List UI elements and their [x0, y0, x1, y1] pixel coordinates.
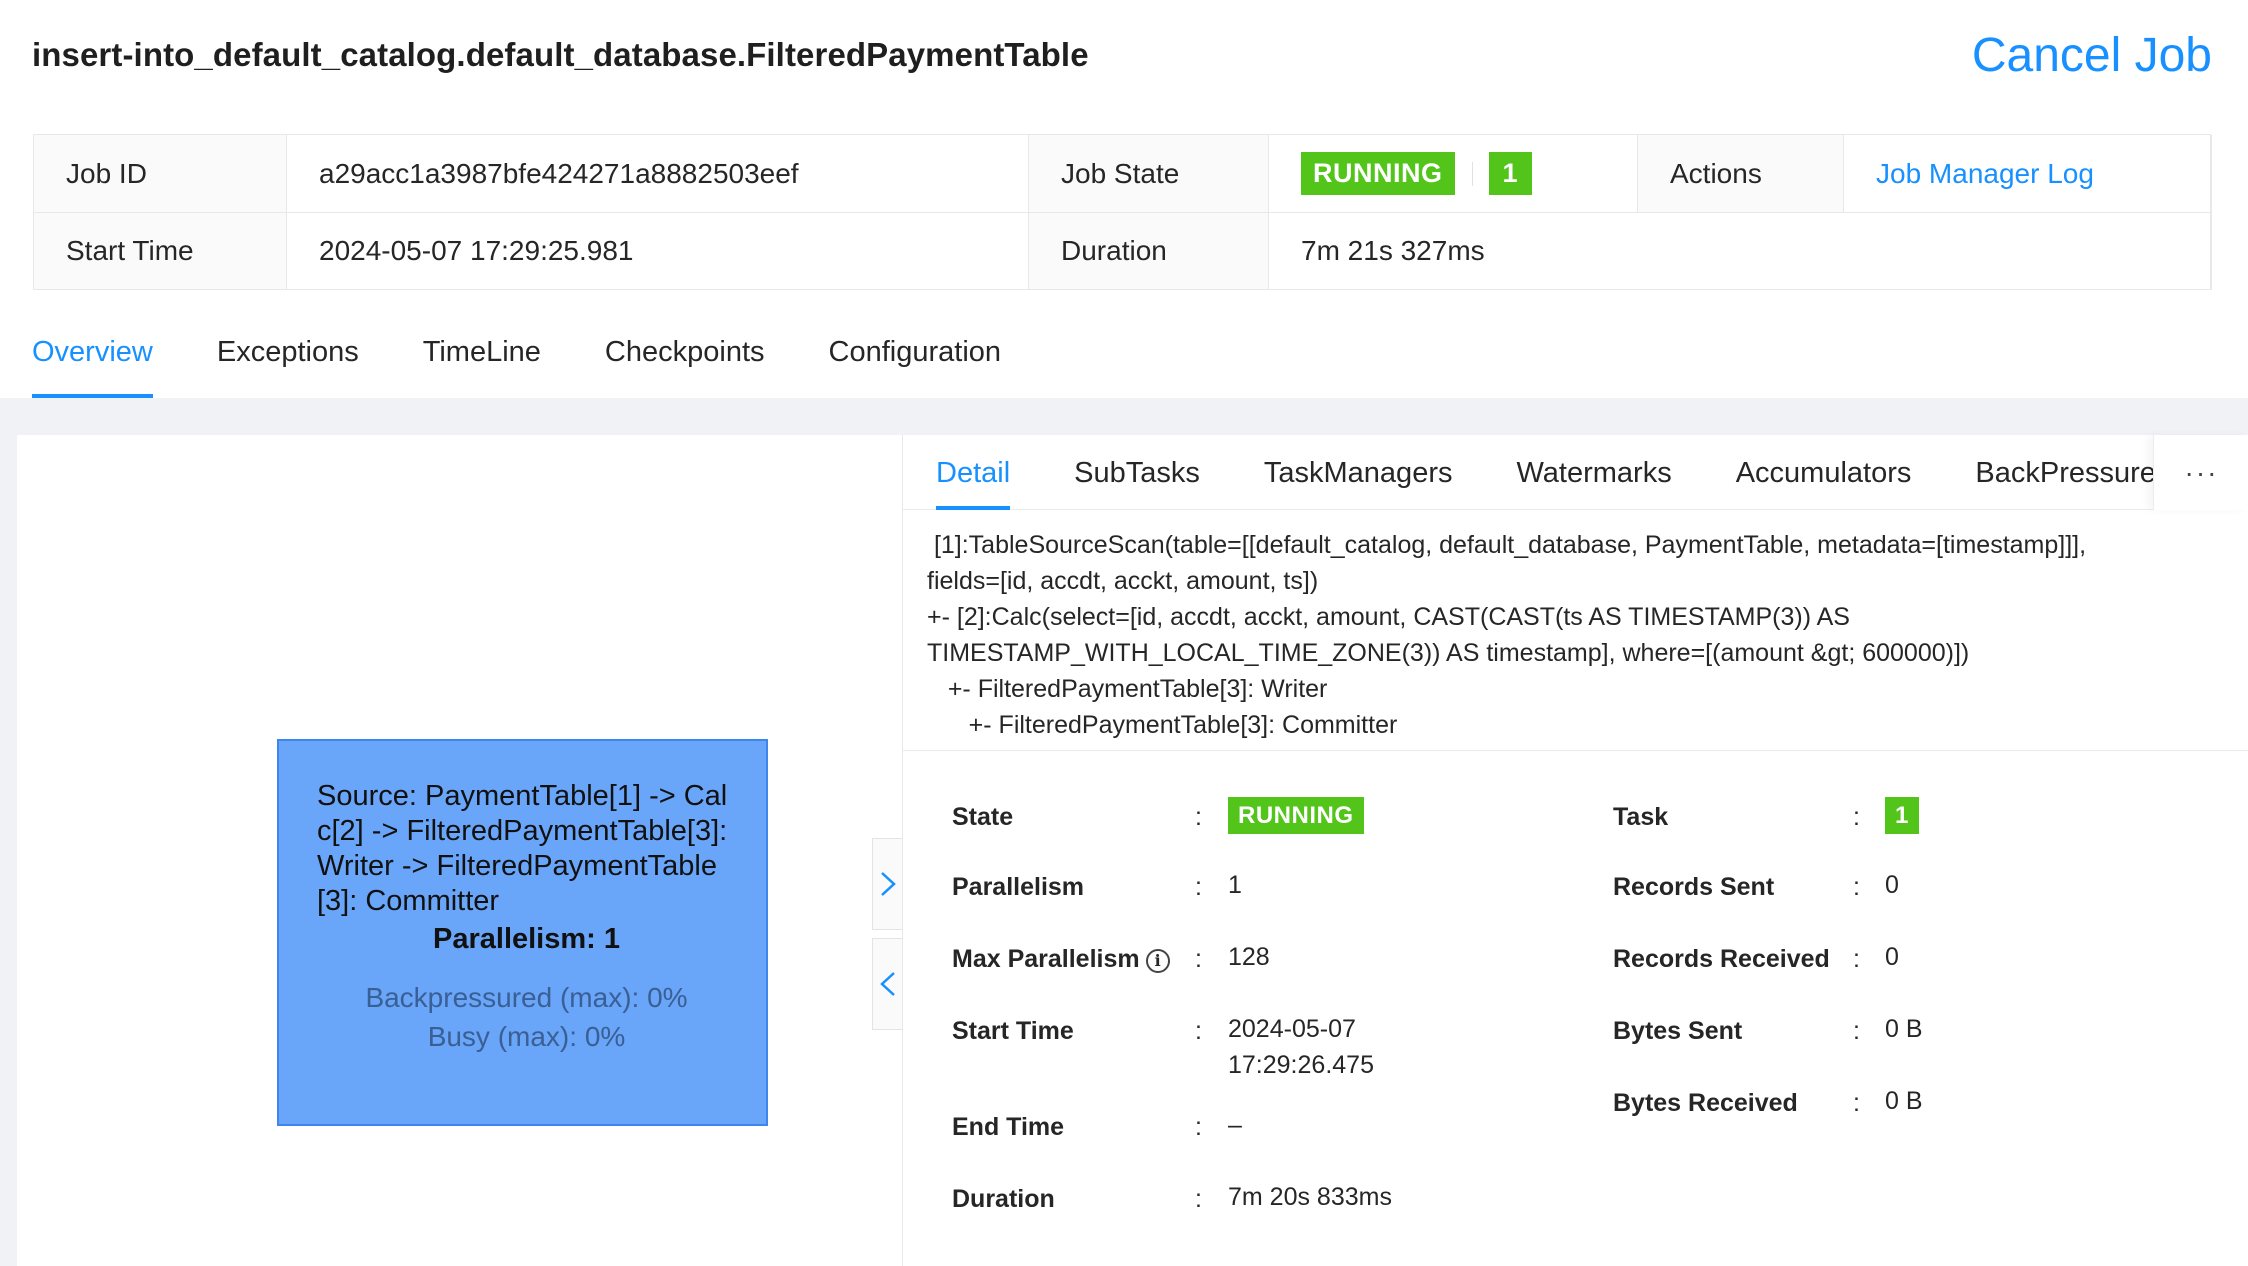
job-id-label: Job ID	[34, 135, 287, 213]
plan-line: +- FilteredPaymentTable[3]: Writer	[927, 675, 1328, 703]
tab-taskmanagers[interactable]: TaskManagers	[1264, 435, 1453, 510]
duration-value: 7m 21s 327ms	[1269, 213, 2212, 290]
job-state-count-badge: 1	[1471, 152, 1532, 195]
duration-detail-value: 7m 20s 833ms	[1228, 1183, 1392, 1211]
job-manager-log-link[interactable]: Job Manager Log	[1876, 158, 2094, 190]
state-label: State	[952, 803, 1014, 831]
tab-subtasks[interactable]: SubTasks	[1074, 435, 1200, 510]
records-sent-value: 0	[1885, 871, 1899, 899]
chevron-right-icon	[880, 872, 896, 896]
actions-cell: Job Manager Log	[1844, 135, 2212, 213]
max-parallelism-value: 128	[1228, 943, 1270, 971]
tab-detail[interactable]: Detail	[936, 435, 1011, 510]
start-time-clock: 17:29:26.475	[1228, 1051, 1374, 1079]
tab-backpressure[interactable]: BackPressure	[1975, 435, 2153, 510]
bytes-sent-value: 0 B	[1885, 1015, 1923, 1043]
tab-watermarks[interactable]: Watermarks	[1516, 435, 1671, 510]
tab-timeline[interactable]: TimeLine	[423, 330, 541, 398]
tab-exceptions[interactable]: Exceptions	[217, 330, 359, 398]
job-id-value: a29acc1a3987bfe424271a8882503eef	[287, 135, 1029, 213]
job-vertex-node[interactable]: Source: PaymentTable[1] -> Calc[2] -> Fi…	[277, 739, 768, 1126]
plan-line: fields=[id, accdt, acckt, amount, ts])	[927, 567, 1319, 595]
info-icon[interactable]: i	[1145, 949, 1170, 973]
detail-tabs: Detail SubTasks TaskManagers Watermarks …	[903, 435, 2248, 510]
state-badge: RUNNING	[1228, 797, 1364, 834]
vertex-backpressured: Backpressured (max): 0%	[365, 982, 688, 1013]
tab-configuration[interactable]: Configuration	[829, 330, 1002, 398]
divider	[903, 750, 2248, 751]
vertex-name: Source: PaymentTable[1] -> Calc[2] -> Fi…	[317, 780, 728, 917]
job-graph-panel[interactable]: Source: PaymentTable[1] -> Calc[2] -> Fi…	[17, 435, 902, 1266]
job-state-badge: RUNNING	[1301, 152, 1455, 195]
state-value: RUNNING	[1228, 797, 1364, 834]
page-title: insert-into_default_catalog.default_data…	[32, 36, 1089, 73]
plan-line: +- [2]:Calc(select=[id, accdt, acckt, am…	[927, 603, 1850, 631]
plan-line: TIMESTAMP_WITH_LOCAL_TIME_ZONE(3)) AS ti…	[927, 639, 1970, 667]
plan-line: +- FilteredPaymentTable[3]: Committer	[927, 711, 1398, 739]
tab-overview[interactable]: Overview	[32, 330, 153, 398]
plan-line: [1]:TableSourceScan(table=[[default_cata…	[927, 531, 2087, 559]
bytes-received-value: 0 B	[1885, 1087, 1923, 1115]
start-time-date: 2024-05-07	[1228, 1015, 1356, 1043]
vertex-busy: Busy (max): 0%	[427, 1021, 626, 1052]
collapse-panel-button[interactable]	[872, 938, 902, 1030]
vertex-parallelism: Parallelism: 1	[433, 923, 620, 955]
start-time-label: Start Time	[34, 213, 287, 290]
task-count-badge: 1	[1885, 797, 1919, 834]
expand-panel-button[interactable]	[872, 838, 902, 930]
execution-plan: [1]:TableSourceScan(table=[[default_cata…	[927, 527, 2086, 743]
job-state-cell: RUNNING 1	[1269, 135, 1638, 213]
job-state-label: Job State	[1029, 135, 1269, 213]
duration-label: Duration	[1029, 213, 1269, 290]
chevron-left-icon	[879, 972, 895, 996]
tab-checkpoints[interactable]: Checkpoints	[605, 330, 765, 398]
tab-accumulators[interactable]: Accumulators	[1736, 435, 1912, 510]
more-tabs-button[interactable]: ···	[2153, 435, 2248, 510]
job-info-table: Job ID a29acc1a3987bfe424271a8882503eef …	[33, 134, 2212, 290]
cancel-job-button[interactable]: Cancel Job	[1972, 28, 2212, 83]
records-received-value: 0	[1885, 943, 1899, 971]
end-time-value: –	[1228, 1111, 1242, 1139]
start-time-value: 2024-05-07 17:29:25.981	[287, 213, 1029, 290]
actions-label: Actions	[1638, 135, 1844, 213]
vertex-detail-panel: Detail SubTasks TaskManagers Watermarks …	[902, 435, 2248, 1266]
parallelism-value: 1	[1228, 871, 1242, 899]
main-tabs: Overview Exceptions TimeLine Checkpoints…	[0, 330, 1065, 398]
